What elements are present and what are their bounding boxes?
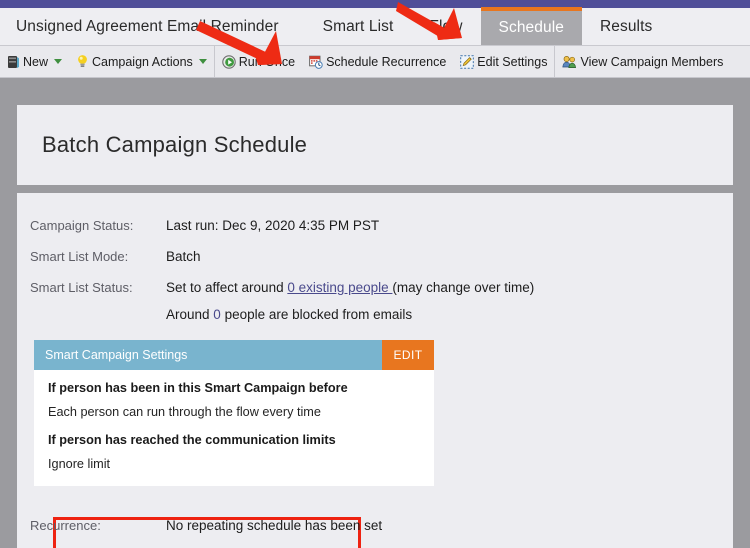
setting-group-gap	[34, 422, 434, 430]
toolbar-group-run: Run Once Schedule Recurrence Edit Settin…	[215, 46, 555, 77]
campaign-status-value: Last run: Dec 9, 2020 4:35 PM PST	[166, 218, 380, 233]
top-accent-bar	[0, 0, 750, 8]
tab-results[interactable]: Results	[582, 8, 670, 45]
settings-body: If person has been in this Smart Campaig…	[34, 370, 434, 486]
existing-people-link[interactable]: 0 existing people	[287, 280, 392, 295]
schedule-detail-card: Campaign Status: Last run: Dec 9, 2020 4…	[17, 193, 733, 548]
toolbar-group-create: New Campaign Actions	[0, 46, 214, 77]
calendar-clock-icon	[309, 55, 323, 69]
campaign-actions-button[interactable]: Campaign Actions	[69, 46, 214, 77]
campaign-actions-label: Campaign Actions	[92, 54, 193, 69]
recurrence-row: Recurrence: No repeating schedule has be…	[30, 518, 382, 533]
view-campaign-members-button[interactable]: View Campaign Members	[555, 46, 730, 77]
smart-list-mode-value: Batch	[166, 249, 201, 264]
setting-group-communication-limits: If person has reached the communication …	[34, 430, 434, 474]
tab-schedule[interactable]: Schedule	[480, 7, 582, 45]
chevron-down-icon[interactable]	[198, 59, 207, 64]
app-root: Unsigned Agreement Email Reminder Smart …	[0, 0, 750, 548]
campaign-info-list: Campaign Status: Last run: Dec 9, 2020 4…	[30, 218, 690, 336]
new-button[interactable]: New	[0, 46, 69, 77]
tab-label: Schedule	[498, 19, 564, 36]
view-campaign-members-label: View Campaign Members	[580, 54, 724, 69]
setting-group-previous-membership: If person has been in this Smart Campaig…	[34, 378, 434, 422]
lightbulb-icon	[76, 54, 89, 69]
tab-label: Unsigned Agreement Email Reminder	[16, 17, 279, 35]
toolbar: New Campaign Actions Run Once Schedule R…	[0, 46, 750, 78]
chevron-down-icon[interactable]	[54, 59, 63, 64]
schedule-recurrence-button[interactable]: Schedule Recurrence	[302, 46, 453, 77]
status-prefix-text: Set to affect around	[166, 280, 288, 295]
smart-list-status-value: Set to affect around 0 existing people (…	[166, 280, 534, 295]
run-once-label: Run Once	[238, 54, 296, 69]
tab-label: Flow	[429, 17, 463, 35]
blocked-suffix-text: people are blocked from emails	[220, 307, 413, 322]
page-title: Batch Campaign Schedule	[42, 132, 308, 157]
setting-description: Ignore limit	[48, 457, 111, 471]
tab-label: Smart List	[322, 17, 394, 35]
blocked-prefix-text: Around	[166, 307, 214, 322]
people-icon	[562, 55, 577, 69]
settings-header-title: Smart Campaign Settings	[45, 348, 188, 362]
settings-header: Smart Campaign Settings EDIT	[34, 340, 434, 370]
schedule-recurrence-label: Schedule Recurrence	[326, 54, 447, 69]
tab-campaign-name[interactable]: Unsigned Agreement Email Reminder	[0, 8, 305, 45]
setting-title: If person has been in this Smart Campaig…	[48, 381, 348, 395]
database-icon	[7, 55, 20, 69]
run-once-button[interactable]: Run Once	[215, 46, 302, 77]
smart-list-mode-label: Smart List Mode:	[30, 249, 129, 264]
smart-list-mode-row: Smart List Mode: Batch	[30, 249, 690, 264]
campaign-status-label: Campaign Status:	[30, 218, 134, 233]
edit-settings-button[interactable]: Edit Settings	[453, 46, 554, 77]
tab-flow[interactable]: Flow	[411, 8, 480, 45]
setting-description: Each person can run through the flow eve…	[48, 405, 321, 419]
smart-list-status-label: Smart List Status:	[30, 280, 133, 295]
setting-title: If person has reached the communication …	[48, 433, 336, 447]
recurrence-value: No repeating schedule has been set	[166, 518, 383, 533]
row-spacer	[30, 307, 166, 322]
page-header-card: Batch Campaign Schedule	[17, 105, 733, 185]
play-circle-icon	[222, 54, 236, 69]
smart-list-status-row: Smart List Status: Set to affect around …	[30, 280, 690, 295]
blocked-people-row: Around 0 people are blocked from emails	[30, 307, 690, 322]
blocked-count-link[interactable]: 0	[213, 307, 221, 322]
blocked-people-value: Around 0 people are blocked from emails	[166, 307, 412, 322]
recurrence-label: Recurrence:	[30, 518, 101, 533]
tab-bar: Unsigned Agreement Email Reminder Smart …	[0, 7, 750, 46]
campaign-status-row: Campaign Status: Last run: Dec 9, 2020 4…	[30, 218, 690, 233]
new-button-label: New	[23, 54, 49, 69]
edit-settings-panel-button[interactable]: EDIT	[382, 340, 434, 370]
smart-campaign-settings-panel: Smart Campaign Settings EDIT If person h…	[34, 340, 434, 548]
toolbar-group-members: View Campaign Members	[555, 46, 730, 77]
edit-settings-label: Edit Settings	[477, 54, 548, 69]
pencil-edit-icon	[460, 54, 475, 69]
tab-label: Results	[599, 17, 653, 35]
status-suffix-text: (may change over time)	[392, 280, 535, 295]
tab-smart-list[interactable]: Smart List	[305, 8, 412, 45]
